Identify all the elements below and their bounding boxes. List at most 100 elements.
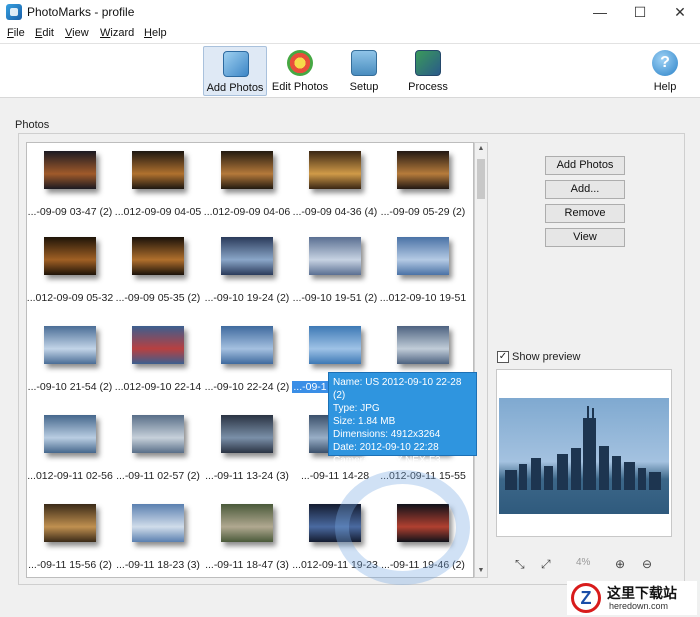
photo-caption: ...-09-11 18-23 (3) — [116, 559, 200, 571]
photo-thumbnail[interactable] — [309, 151, 361, 189]
tooltip-dimensions: Dimensions: 4912x3264 — [333, 429, 441, 440]
close-button[interactable]: ✕ — [660, 0, 700, 24]
title-bar: PhotoMarks - profile — ☐ ✕ — [0, 0, 700, 24]
photo-caption: ...012-09-11 02-56 — [27, 470, 113, 482]
zoom-in-icon[interactable]: ⊕ — [615, 557, 625, 571]
app-icon — [6, 4, 22, 20]
zoom-level: 4% — [576, 557, 591, 568]
scrollbar-thumb[interactable] — [477, 159, 485, 199]
tooltip-camera: Camera: SONY NEX-F3 — [333, 455, 441, 466]
add-photos-tool[interactable]: Add Photos — [203, 46, 267, 96]
logo-text: 这里下载站 — [607, 585, 677, 601]
setup-tool[interactable]: Setup — [332, 46, 396, 96]
photo-thumbnail[interactable] — [221, 326, 273, 364]
preview-image — [499, 398, 669, 514]
add-photos-icon — [223, 51, 249, 77]
photo-thumbnail[interactable] — [397, 237, 449, 275]
photo-thumbnail[interactable] — [132, 504, 184, 542]
add-photos-tool-label: Add Photos — [206, 82, 264, 94]
photo-caption: ...-09-09 04-36 (4) — [292, 206, 378, 218]
photo-thumbnail[interactable] — [132, 326, 184, 364]
watermark-logo: Z 这里下载站 heredown.com — [567, 581, 697, 615]
photo-thumbnail[interactable] — [309, 326, 361, 364]
photo-thumbnail[interactable] — [44, 237, 96, 275]
photo-thumbnail[interactable] — [132, 415, 184, 453]
photo-caption: ...-09-09 05-35 (2) — [115, 292, 201, 304]
maximize-button[interactable]: ☐ — [620, 0, 660, 24]
photo-thumbnail[interactable] — [221, 415, 273, 453]
add-button[interactable]: Add... — [545, 180, 625, 199]
watermark-ring — [335, 470, 470, 585]
help-tool-label: Help — [653, 81, 677, 93]
photo-caption: ...012-09-09 05-32 — [26, 292, 114, 304]
menu-file[interactable]: File — [7, 27, 25, 39]
photo-caption: ...012-09-10 19-51 — [379, 292, 467, 304]
show-preview-checkbox[interactable]: ✓ — [497, 351, 509, 363]
photo-caption: ...-09-09 03-47 (2) — [27, 206, 113, 218]
fit-screen-icon[interactable]: ⤡ — [515, 557, 525, 572]
photo-caption: ...-09-1 — [292, 381, 328, 393]
zoom-out-icon[interactable]: ⊖ — [642, 557, 652, 571]
photos-section-label: Photos — [15, 119, 50, 131]
setup-tool-label: Setup — [349, 81, 379, 93]
logo-url: heredown.com — [609, 601, 669, 611]
photo-caption: ...-09-11 02-57 (2) — [116, 470, 200, 482]
photo-info-tooltip: Name: US 2012-09-10 22-28 (2) Type: JPG … — [328, 372, 477, 466]
photo-caption: ...-09-11 18-47 (3) — [205, 559, 289, 571]
view-button[interactable]: View — [545, 228, 625, 247]
window-title: PhotoMarks - profile — [27, 5, 135, 19]
process-tool-label: Process — [408, 81, 448, 93]
tooltip-type: Type: JPG — [333, 403, 380, 414]
edit-photos-icon — [287, 50, 313, 76]
photo-thumbnail[interactable] — [44, 415, 96, 453]
minimize-button[interactable]: — — [580, 0, 620, 24]
photo-thumbnail[interactable] — [44, 504, 96, 542]
photo-caption: ...-09-10 22-24 (2) — [204, 381, 290, 393]
photo-thumbnail[interactable] — [44, 151, 96, 189]
photo-caption: ...-09-11 15-56 (2) — [28, 559, 112, 571]
skyline-graphic — [505, 406, 661, 490]
toolbar: Add Photos Edit Photos Setup Process ? H… — [0, 44, 700, 98]
actual-size-icon[interactable]: ⤢ — [541, 557, 551, 572]
tooltip-name: Name: US 2012-09-10 22-28 (2) — [333, 377, 462, 401]
photo-caption: ...-09-11 13-24 (3) — [205, 470, 289, 482]
photo-thumbnail[interactable] — [44, 326, 96, 364]
logo-z-mark: Z — [571, 583, 601, 613]
photo-thumbnail[interactable] — [309, 237, 361, 275]
process-icon — [415, 50, 441, 76]
edit-photos-tool[interactable]: Edit Photos — [268, 46, 332, 96]
photo-thumbnail[interactable] — [221, 151, 273, 189]
photo-thumbnail[interactable] — [132, 151, 184, 189]
photo-caption: ...012-09-09 04-06 — [203, 206, 291, 218]
photo-caption: ...012-09-10 22-14 — [114, 381, 202, 393]
tooltip-size: Size: 1.84 MB — [333, 416, 396, 427]
scroll-down-icon[interactable]: ▼ — [475, 565, 487, 577]
photo-caption: ...012-09-09 04-05 — [114, 206, 202, 218]
scroll-up-icon[interactable]: ▲ — [475, 143, 487, 155]
menu-help[interactable]: Help — [144, 27, 167, 39]
preview-pane — [496, 369, 672, 537]
camera-icon — [351, 50, 377, 76]
photo-thumbnail[interactable] — [397, 326, 449, 364]
menu-wizard[interactable]: Wizard — [100, 27, 134, 39]
photo-caption: ...-09-10 19-24 (2) — [204, 292, 290, 304]
remove-button[interactable]: Remove — [545, 204, 625, 223]
help-tool[interactable]: ? Help — [633, 46, 697, 96]
tooltip-date: Date: 2012-09-10 22:28 — [333, 442, 439, 453]
menu-bar: File Edit View Wizard Help — [0, 24, 700, 44]
photo-caption: ...-09-09 05-29 (2) — [380, 206, 466, 218]
photo-thumbnail[interactable] — [397, 151, 449, 189]
menu-edit[interactable]: Edit — [35, 27, 54, 39]
edit-photos-tool-label: Edit Photos — [271, 81, 329, 93]
process-tool[interactable]: Process — [396, 46, 460, 96]
vertical-scrollbar[interactable]: ▲ ▼ — [474, 142, 488, 578]
add-photos-button[interactable]: Add Photos — [545, 156, 625, 175]
help-icon: ? — [652, 50, 678, 76]
photo-thumbnail[interactable] — [132, 237, 184, 275]
menu-view[interactable]: View — [65, 27, 89, 39]
show-preview-label: Show preview — [512, 351, 581, 363]
photo-thumbnail[interactable] — [221, 237, 273, 275]
photo-caption: ...-09-10 19-51 (2) — [292, 292, 378, 304]
photo-caption: ...-09-10 21-54 (2) — [27, 381, 113, 393]
photo-thumbnail[interactable] — [221, 504, 273, 542]
